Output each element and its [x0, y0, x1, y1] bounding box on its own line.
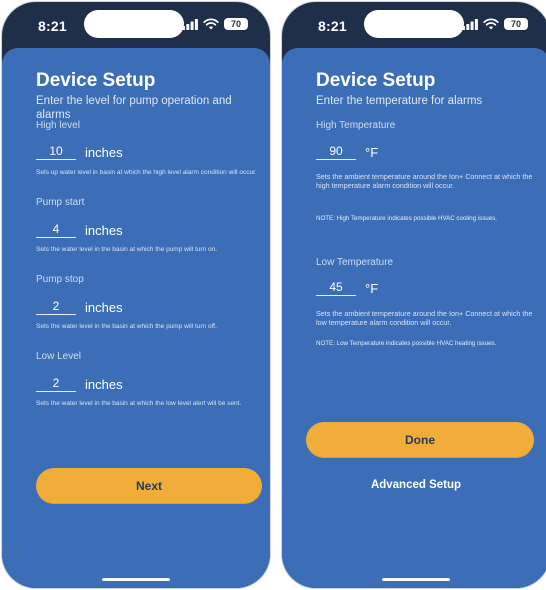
- high-temperature-note: NOTE: High Temperature indicates possibl…: [316, 215, 498, 222]
- high-temperature-row: 90 °F: [316, 144, 378, 160]
- pump-stop-help: Sets the water level in the basin at whi…: [36, 323, 217, 330]
- pump-stop-label: Pump stop: [36, 274, 84, 285]
- high-temperature-input[interactable]: 90: [316, 144, 356, 160]
- header: Device Setup Enter the temperature for a…: [316, 70, 540, 108]
- high-level-label: High level: [36, 120, 80, 131]
- high-level-input[interactable]: 10: [36, 144, 76, 160]
- low-level-row: 2 inches: [36, 376, 123, 392]
- done-button[interactable]: Done: [306, 422, 534, 458]
- high-level-help: Sets up water level in basin at which th…: [36, 169, 257, 176]
- status-time: 8:21: [318, 18, 347, 34]
- low-level-unit: inches: [85, 377, 123, 392]
- dynamic-island: [364, 10, 464, 38]
- page-title: Device Setup: [36, 70, 156, 91]
- home-indicator: [102, 578, 170, 581]
- page-title: Device Setup: [316, 70, 436, 91]
- pump-stop-unit: inches: [85, 300, 123, 315]
- battery-icon: 70: [504, 18, 528, 30]
- low-temperature-help: Sets the ambient temperature around the …: [316, 309, 533, 327]
- next-button[interactable]: Next: [36, 468, 262, 504]
- low-level-input[interactable]: 2: [36, 376, 76, 392]
- phone-left: 8:21 70 Device Setup Enter the level for…: [2, 2, 270, 588]
- low-temperature-label: Low Temperature: [316, 257, 394, 268]
- low-level-label: Low Level: [36, 351, 82, 362]
- status-bar: 8:21 70: [282, 2, 546, 48]
- page-subtitle: Enter the level for pump operation and a…: [36, 95, 232, 121]
- low-temperature-input[interactable]: 45: [316, 280, 356, 296]
- status-icons: 70: [182, 18, 248, 30]
- low-level-help: Sets the water level in the basin at whi…: [36, 400, 242, 407]
- phone-right: 8:21 70 Device Setup Enter the temperatu…: [282, 2, 546, 588]
- page-subtitle: Enter the temperature for alarms: [316, 95, 483, 107]
- setup-screen-levels: Device Setup Enter the level for pump op…: [2, 48, 270, 588]
- low-temperature-row: 45 °F: [316, 280, 378, 296]
- wifi-icon: [203, 18, 219, 30]
- status-icons: 70: [462, 18, 528, 30]
- setup-screen-temperature: Device Setup Enter the temperature for a…: [282, 48, 546, 588]
- pump-stop-row: 2 inches: [36, 299, 123, 315]
- high-temperature-help: Sets the ambient temperature around the …: [316, 172, 533, 190]
- pump-start-input[interactable]: 4: [36, 222, 76, 238]
- low-temperature-unit: °F: [365, 281, 379, 296]
- wifi-icon: [483, 18, 499, 30]
- pump-stop-input[interactable]: 2: [36, 299, 76, 315]
- pump-start-help: Sets the water level in the basin at whi…: [36, 246, 218, 253]
- high-temperature-label: High Temperature: [316, 120, 396, 131]
- signal-icon: [182, 19, 198, 30]
- battery-icon: 70: [224, 18, 248, 30]
- low-temperature-note: NOTE: Low Temperature indicates possible…: [316, 340, 497, 347]
- pump-start-label: Pump start: [36, 197, 85, 208]
- high-level-unit: inches: [85, 145, 123, 160]
- home-indicator: [382, 578, 450, 581]
- signal-icon: [462, 19, 478, 30]
- pump-start-row: 4 inches: [36, 222, 123, 238]
- pump-start-unit: inches: [85, 223, 123, 238]
- high-temperature-unit: °F: [365, 145, 379, 160]
- dynamic-island: [84, 10, 184, 38]
- high-level-row: 10 inches: [36, 144, 123, 160]
- advanced-setup-link[interactable]: Advanced Setup: [282, 479, 546, 491]
- status-bar: 8:21 70: [2, 2, 270, 48]
- status-time: 8:21: [38, 18, 67, 34]
- header: Device Setup Enter the level for pump op…: [36, 70, 260, 122]
